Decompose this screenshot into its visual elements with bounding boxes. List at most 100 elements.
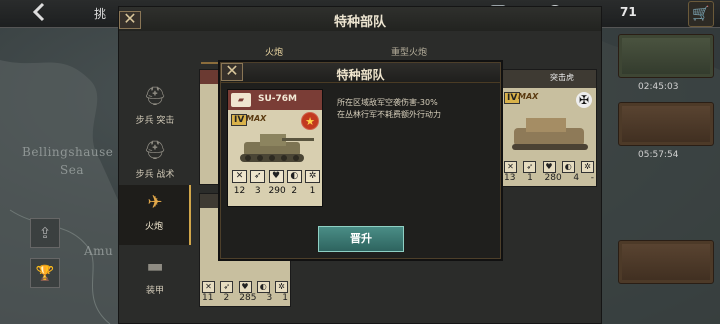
- stat-move: 1: [309, 186, 316, 196]
- card-type-label: 突击虎: [550, 73, 574, 82]
- attack-icon: ✕: [504, 161, 517, 173]
- unit-card-header: ▰ SU-76M: [228, 90, 322, 110]
- sidebar-item-infantry-tactic[interactable]: ⛑ 步兵 战术: [119, 133, 191, 193]
- stat-health: 290: [268, 186, 286, 196]
- share-icon: ⇪: [38, 224, 52, 242]
- stat-value: 1: [282, 293, 288, 303]
- sidebar-item-label: 火炮: [144, 222, 163, 232]
- tank-type-icon: ▰: [231, 93, 251, 107]
- share-button[interactable]: ⇪: [30, 218, 60, 248]
- top-title-partial: 挑: [94, 7, 107, 21]
- stat-value: 285: [239, 293, 257, 303]
- range-icon: ➶: [220, 281, 234, 293]
- self-propelled-gun-icon: [240, 134, 314, 162]
- iron-cross-icon: ✠: [576, 92, 592, 108]
- move-icon: ✲: [275, 281, 288, 293]
- card-max: MAX: [518, 92, 539, 101]
- tab-heavy-artillery[interactable]: 重型火炮: [391, 45, 427, 58]
- panel-title: 特种部队: [333, 15, 386, 30]
- unit-card-sturmtiger[interactable]: 突击虎 IV MAX ✠ ✕ ➶ ♥ ◐ ✲ 13 1 280 4 -: [501, 69, 597, 187]
- stat-armor: 2: [291, 186, 298, 196]
- crate-item[interactable]: [618, 240, 714, 284]
- armor-stat-icon: ◐: [286, 170, 302, 183]
- unit-description: 所在区域敌军空袭伤害-30% 在丛林行军不耗费额外行动力: [337, 97, 441, 121]
- unit-stat-values: 12 3 290 2 1: [232, 183, 320, 196]
- card-stats: ✕ ➶ ♥ ◐ ✲ 11 2 285 3 1: [202, 281, 288, 303]
- range-icon: ➶: [250, 170, 266, 183]
- move-icon: ✲: [581, 161, 594, 173]
- dialog-title: 特种部队: [336, 68, 385, 82]
- panel-close-button[interactable]: ✕: [119, 11, 141, 29]
- stat-value: 2: [223, 293, 230, 303]
- promote-button[interactable]: 晋升: [318, 226, 404, 252]
- range-icon: ➶: [523, 161, 537, 173]
- dialog-close-button[interactable]: ✕: [221, 63, 243, 81]
- trophy-button[interactable]: 🏆: [30, 258, 60, 288]
- map-label-sea: Sea: [60, 163, 84, 177]
- card-stat-values: 13 1 280 4 -: [504, 173, 594, 183]
- armor-stat-icon: ◐: [256, 281, 270, 293]
- artillery-icon: ✈: [147, 192, 163, 213]
- stat-value: 3: [266, 293, 273, 303]
- armor-icon: ▬: [146, 256, 164, 277]
- sidebar-item-label: 步兵 战术: [135, 170, 175, 180]
- health-icon: ♥: [268, 170, 284, 183]
- sidebar-item-artillery[interactable]: ✈ 火炮: [119, 185, 191, 245]
- tab-artillery[interactable]: 火炮: [265, 45, 283, 58]
- sidebar-item-infantry-assault[interactable]: ⛑ 步兵 突击: [119, 79, 191, 139]
- stat-range: 3: [254, 186, 261, 196]
- chevron-left-icon: [32, 2, 45, 22]
- attack-icon: ✕: [202, 281, 215, 293]
- card-header: 突击虎: [502, 70, 596, 88]
- card-stat-icons: ✕ ➶ ♥ ◐ ✲: [202, 281, 288, 293]
- card-stat-values: 11 2 285 3 1: [202, 293, 288, 303]
- infantry-assault-icon: ⛑: [143, 86, 167, 107]
- close-icon: ✕: [225, 61, 239, 80]
- crate-item[interactable]: [618, 102, 714, 146]
- map-label-bellingshausen: Bellingshause: [22, 145, 114, 159]
- card-stats: ✕ ➶ ♥ ◐ ✲ 13 1 280 4 -: [504, 161, 594, 183]
- close-icon: ✕: [123, 9, 137, 28]
- shop-cart-button[interactable]: 🛒: [688, 1, 714, 27]
- sidebar-item-label: 步兵 突击: [135, 116, 175, 126]
- stat-value: 13: [504, 173, 516, 183]
- health-icon: ♥: [542, 161, 556, 173]
- coin-count: 71: [620, 5, 637, 19]
- upgrade-dialog: 特种部队 ✕ ▰ SU-76M IV MAX ★ ✕ ➶ ♥ ◐ ✲ 12 3 …: [220, 62, 501, 259]
- infantry-tactic-icon: ⛑: [143, 140, 167, 161]
- move-icon: ✲: [305, 170, 320, 183]
- card-stat-icons: ✕ ➶ ♥ ◐ ✲: [504, 161, 594, 173]
- dialog-header: 特种部队: [221, 63, 500, 83]
- armor-stat-icon: ◐: [561, 161, 575, 173]
- soviet-star-icon: ★: [301, 112, 319, 130]
- cart-icon: 🛒: [692, 6, 710, 22]
- crate-item[interactable]: [618, 34, 714, 78]
- tank-art-icon: [512, 118, 588, 150]
- reward-crates: 02:45:03 05:57:54: [610, 30, 720, 324]
- unit-name: SU-76M: [258, 94, 298, 104]
- unit-stats: ✕ ➶ ♥ ◐ ✲ 12 3 290 2 1: [232, 170, 320, 196]
- unit-stat-icons: ✕ ➶ ♥ ◐ ✲: [232, 170, 320, 183]
- stat-value: -: [590, 173, 594, 183]
- stat-value: 1: [527, 173, 533, 183]
- unit-level: IV: [231, 114, 248, 126]
- stat-attack: 12: [233, 186, 246, 196]
- tabs-row: 火炮 重型火炮: [201, 45, 601, 64]
- trophy-icon: 🏆: [35, 264, 55, 282]
- crate-timer: 02:45:03: [638, 82, 679, 92]
- stat-value: 280: [544, 173, 562, 183]
- panel-header: 特种部队: [119, 7, 601, 31]
- crate-timer: 05:57:54: [638, 150, 679, 160]
- description-line: 所在区域敌军空袭伤害-30%: [337, 98, 438, 107]
- health-icon: ♥: [238, 281, 252, 293]
- back-button[interactable]: [30, 2, 60, 26]
- attack-icon: ✕: [232, 170, 247, 183]
- sidebar-item-armor[interactable]: ▬ 装甲: [119, 249, 191, 309]
- unit-max: MAX: [246, 114, 267, 123]
- stat-value: 11: [202, 293, 214, 303]
- unit-card-su76m: ▰ SU-76M IV MAX ★ ✕ ➶ ♥ ◐ ✲ 12 3 290 2 1: [227, 89, 323, 207]
- stat-value: 4: [573, 173, 580, 183]
- map-label-amundsen: Amu: [84, 244, 114, 258]
- sidebar-item-label: 装甲: [145, 286, 164, 296]
- description-line: 在丛林行军不耗费额外行动力: [337, 110, 441, 119]
